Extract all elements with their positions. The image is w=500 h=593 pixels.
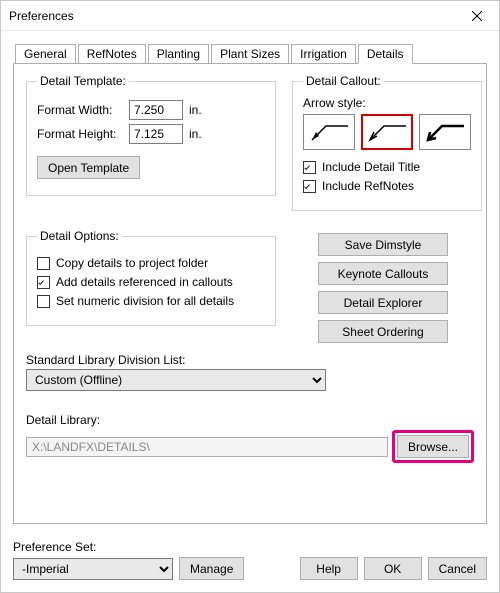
tab-refnotes[interactable]: RefNotes bbox=[78, 44, 146, 64]
arrow-style-2[interactable] bbox=[361, 114, 413, 150]
content-area: General RefNotes Planting Plant Sizes Ir… bbox=[1, 31, 499, 536]
check-icon bbox=[304, 181, 310, 192]
detail-callout-legend: Detail Callout: bbox=[303, 74, 384, 88]
format-height-unit: in. bbox=[189, 127, 202, 141]
detail-callout-group: Detail Callout: Arrow style: bbox=[292, 74, 482, 211]
footer-bar: Preference Set: -Imperial Manage Help OK… bbox=[1, 536, 499, 592]
format-width-unit: in. bbox=[189, 103, 202, 117]
detail-options-legend: Detail Options: bbox=[37, 229, 122, 243]
preference-set-combo[interactable]: -Imperial bbox=[13, 558, 173, 580]
close-icon bbox=[472, 11, 482, 21]
tab-general[interactable]: General bbox=[15, 44, 76, 64]
save-dimstyle-button[interactable]: Save Dimstyle bbox=[318, 233, 448, 256]
sheet-ordering-button[interactable]: Sheet Ordering bbox=[318, 320, 448, 343]
cancel-button[interactable]: Cancel bbox=[428, 557, 487, 580]
titlebar: Preferences bbox=[1, 1, 499, 31]
format-width-label: Format Width: bbox=[37, 103, 129, 117]
arrow-style-label: Arrow style: bbox=[303, 96, 471, 110]
window-title: Preferences bbox=[9, 9, 74, 23]
detail-options-group: Detail Options: Copy details to project … bbox=[26, 229, 276, 326]
action-button-stack: Save Dimstyle Keynote Callouts Detail Ex… bbox=[292, 233, 474, 343]
include-refnotes-label: Include RefNotes bbox=[322, 179, 414, 193]
include-refnotes-checkbox[interactable] bbox=[303, 180, 316, 193]
add-ref-checkbox[interactable] bbox=[37, 276, 50, 289]
arrow-style-options bbox=[303, 114, 471, 150]
copy-details-label: Copy details to project folder bbox=[56, 256, 208, 270]
copy-details-checkbox[interactable] bbox=[37, 257, 50, 270]
check-icon bbox=[38, 277, 44, 288]
manage-button[interactable]: Manage bbox=[179, 557, 244, 580]
arrow-icon-filled bbox=[306, 118, 352, 146]
ok-button[interactable]: OK bbox=[364, 557, 422, 580]
std-library-label: Standard Library Division List: bbox=[26, 353, 474, 367]
arrow-icon-heavy bbox=[422, 118, 468, 146]
detail-library-path[interactable] bbox=[26, 437, 388, 457]
detail-library-label: Detail Library: bbox=[26, 413, 474, 427]
preferences-window: Preferences General RefNotes Planting Pl… bbox=[0, 0, 500, 593]
tab-irrigation[interactable]: Irrigation bbox=[291, 44, 356, 64]
arrow-style-1[interactable] bbox=[303, 114, 355, 150]
keynote-callouts-button[interactable]: Keynote Callouts bbox=[318, 262, 448, 285]
detail-template-legend: Detail Template: bbox=[37, 74, 129, 88]
check-icon bbox=[304, 162, 310, 173]
add-ref-label: Add details referenced in callouts bbox=[56, 275, 233, 289]
detail-template-group: Detail Template: Format Width: in. Forma… bbox=[26, 74, 276, 196]
numeric-label: Set numeric division for all details bbox=[56, 294, 234, 308]
open-template-button[interactable]: Open Template bbox=[37, 156, 140, 179]
numeric-division-checkbox[interactable] bbox=[37, 295, 50, 308]
close-button[interactable] bbox=[455, 1, 499, 31]
format-height-label: Format Height: bbox=[37, 127, 129, 141]
format-width-input[interactable] bbox=[129, 100, 183, 120]
arrow-style-3[interactable] bbox=[419, 114, 471, 150]
browse-button[interactable]: Browse... bbox=[397, 435, 469, 458]
format-height-input[interactable] bbox=[129, 124, 183, 144]
include-title-label: Include Detail Title bbox=[322, 160, 420, 174]
tab-bar: General RefNotes Planting Plant Sizes Ir… bbox=[15, 43, 485, 63]
browse-highlight: Browse... bbox=[392, 430, 474, 463]
include-title-checkbox[interactable] bbox=[303, 161, 316, 174]
std-library-combo[interactable]: Custom (Offline) bbox=[26, 369, 326, 391]
tab-panel-details: Detail Template: Format Width: in. Forma… bbox=[13, 63, 487, 524]
tab-plant-sizes[interactable]: Plant Sizes bbox=[211, 44, 289, 64]
detail-explorer-button[interactable]: Detail Explorer bbox=[318, 291, 448, 314]
preference-set-label: Preference Set: bbox=[13, 540, 244, 554]
arrow-icon-open bbox=[364, 118, 410, 146]
tab-planting[interactable]: Planting bbox=[148, 44, 209, 64]
tab-details[interactable]: Details bbox=[358, 44, 413, 64]
help-button[interactable]: Help bbox=[300, 557, 358, 580]
